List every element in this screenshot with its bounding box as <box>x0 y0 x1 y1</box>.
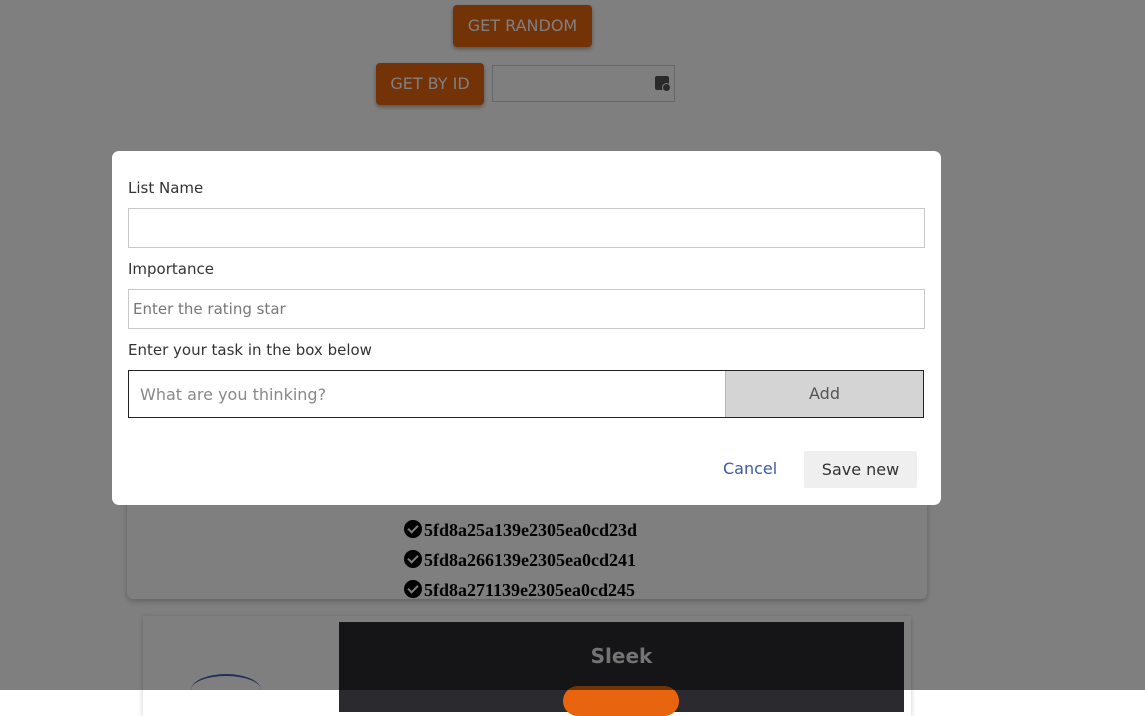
task-input[interactable] <box>129 371 724 417</box>
importance-label: Importance <box>128 260 214 278</box>
add-task-button[interactable]: Add <box>725 371 923 417</box>
task-label: Enter your task in the box below <box>128 341 372 359</box>
task-input-group: Add <box>128 370 924 418</box>
cancel-button[interactable]: Cancel <box>723 459 777 478</box>
list-name-input[interactable] <box>128 208 925 248</box>
product-action-button[interactable] <box>563 686 679 716</box>
list-name-label: List Name <box>128 179 204 197</box>
importance-input[interactable] <box>128 289 925 329</box>
save-new-button[interactable]: Save new <box>804 451 917 488</box>
new-list-dialog: List Name Importance Enter your task in … <box>112 151 941 505</box>
